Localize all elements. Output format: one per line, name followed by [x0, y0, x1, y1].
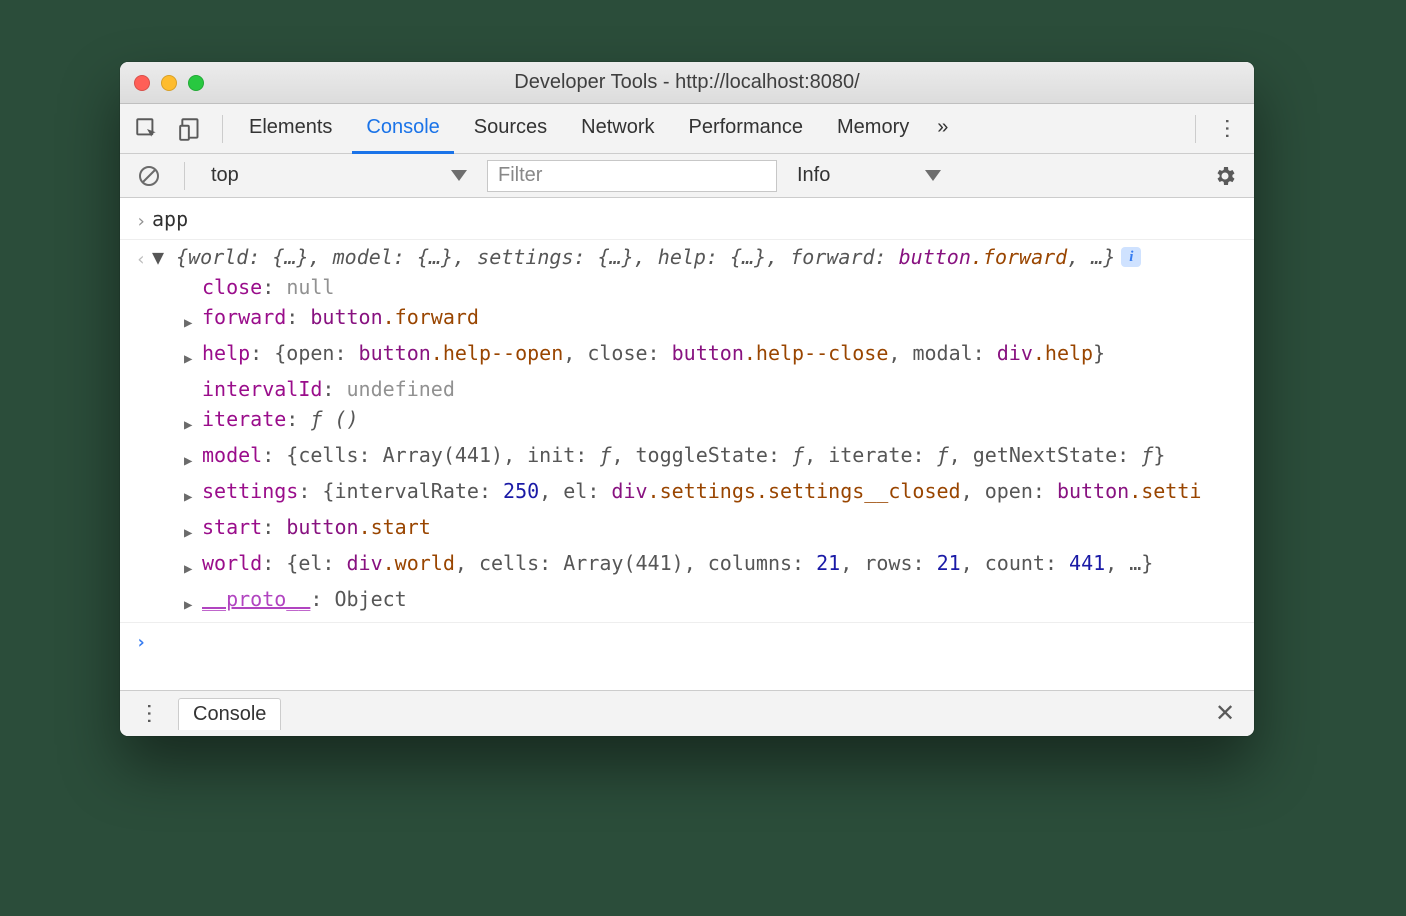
prop-settings[interactable]: ▶ settings: {intervalRate: 250, el: div.… [184, 476, 1244, 512]
tab-sources[interactable]: Sources [460, 104, 561, 154]
input-chevron-icon: › [130, 204, 152, 237]
log-level-selector[interactable]: Info [787, 160, 947, 192]
prop-world[interactable]: ▶ world: {el: div.world, cells: Array(44… [184, 548, 1244, 584]
close-drawer-icon[interactable]: ✕ [1206, 695, 1244, 733]
inspect-element-icon[interactable] [128, 110, 166, 148]
console-input-echo: › app [120, 202, 1254, 240]
prop-intervalid[interactable]: intervalId: undefined [184, 374, 1244, 404]
filter-input[interactable] [487, 160, 777, 192]
window-title: Developer Tools - http://localhost:8080/ [120, 71, 1254, 94]
console-output: › app ‹ ▼ {world: {…}, model: {…}, setti… [120, 198, 1254, 690]
device-toolbar-icon[interactable] [172, 110, 210, 148]
prop-forward[interactable]: ▶ forward: button.forward [184, 302, 1244, 338]
separator [184, 162, 185, 190]
tab-memory[interactable]: Memory [823, 104, 923, 154]
prop-iterate[interactable]: ▶ iterate: ƒ () [184, 404, 1244, 440]
more-menu-icon[interactable]: ⋯ [1208, 110, 1246, 148]
prop-proto[interactable]: ▶ __proto__: Object [184, 584, 1244, 620]
devtools-window: Developer Tools - http://localhost:8080/… [120, 62, 1254, 736]
tab-elements[interactable]: Elements [235, 104, 346, 154]
console-settings-icon[interactable] [1206, 157, 1244, 195]
prop-help[interactable]: ▶ help: {open: button.help--open, close:… [184, 338, 1244, 374]
drawer-console-tab[interactable]: Console [178, 698, 281, 730]
zoom-window-button[interactable] [188, 75, 204, 91]
context-value: top [211, 164, 239, 187]
prop-model[interactable]: ▶ model: {cells: Array(441), init: ƒ, to… [184, 440, 1244, 476]
tab-network[interactable]: Network [567, 104, 668, 154]
prop-start[interactable]: ▶ start: button.start [184, 512, 1244, 548]
object-summary[interactable]: ▼ {world: {…}, model: {…}, settings: {…}… [152, 242, 1244, 272]
drawer: ⋯ Console ✕ [120, 690, 1254, 736]
close-window-button[interactable] [134, 75, 150, 91]
titlebar: Developer Tools - http://localhost:8080/ [120, 62, 1254, 104]
chevron-down-icon [451, 170, 467, 181]
separator [222, 115, 223, 143]
object-tree: close: null ▶ forward: button.forward ▶ … [152, 272, 1244, 620]
main-tabbar: Elements Console Sources Network Perform… [120, 104, 1254, 154]
prop-close[interactable]: close: null [184, 272, 1244, 302]
console-command[interactable]: app [152, 204, 1244, 234]
drawer-menu-icon[interactable]: ⋯ [130, 695, 168, 733]
context-selector[interactable]: top [201, 160, 477, 192]
console-output-object[interactable]: ‹ ▼ {world: {…}, model: {…}, settings: {… [120, 240, 1254, 623]
tab-console[interactable]: Console [352, 104, 453, 154]
output-chevron-icon: ‹ [130, 242, 152, 275]
log-level-value: Info [797, 164, 830, 187]
chevron-down-icon [925, 170, 941, 181]
prompt-chevron-icon: › [130, 625, 152, 658]
separator [1195, 115, 1196, 143]
console-prompt[interactable]: › [120, 623, 1254, 660]
tab-performance[interactable]: Performance [675, 104, 818, 154]
tabs-overflow-button[interactable]: » [929, 104, 956, 154]
console-toolbar: top Info [120, 154, 1254, 198]
window-controls [134, 75, 204, 91]
minimize-window-button[interactable] [161, 75, 177, 91]
info-badge-icon[interactable]: i [1121, 247, 1141, 267]
clear-console-icon[interactable] [130, 157, 168, 195]
